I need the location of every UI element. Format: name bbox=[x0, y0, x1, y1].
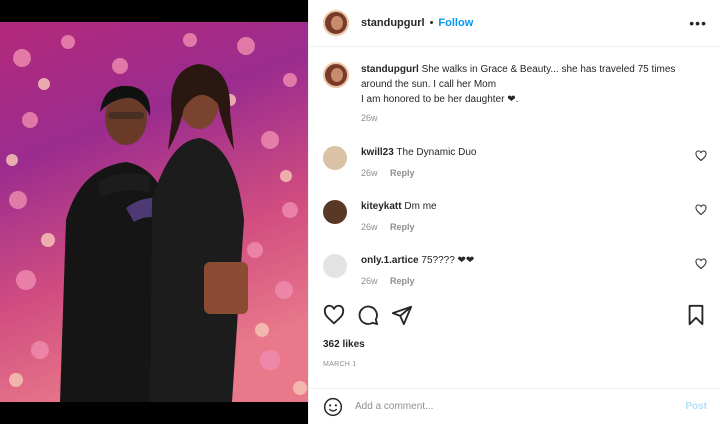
post-actions bbox=[323, 303, 707, 327]
comment-item: kwill23 The Dynamic Duo 26w Reply bbox=[323, 146, 713, 180]
share-icon[interactable] bbox=[391, 304, 413, 326]
author-avatar[interactable] bbox=[323, 10, 349, 36]
post-header: standupgurl • Follow ••• bbox=[309, 0, 720, 47]
commenter-avatar[interactable] bbox=[323, 146, 347, 170]
comment-time[interactable]: 26w bbox=[361, 222, 378, 232]
post-comment-button[interactable]: Post bbox=[685, 401, 707, 412]
comment-text: 75???? ❤❤ bbox=[421, 255, 475, 266]
comment-item: only.1.artice 75???? ❤❤ 26w Reply bbox=[323, 254, 713, 288]
post-panel: standupgurl • Follow ••• standupgurl She… bbox=[308, 0, 720, 424]
comment-text: The Dynamic Duo bbox=[396, 147, 477, 158]
comment-username[interactable]: kiteykatt bbox=[361, 201, 402, 212]
reply-button[interactable]: Reply bbox=[390, 168, 415, 178]
emoji-icon[interactable] bbox=[323, 397, 343, 417]
commenter-avatar[interactable] bbox=[323, 200, 347, 224]
post-caption: standupgurl She walks in Grace & Beauty.… bbox=[323, 62, 703, 126]
comment-icon[interactable] bbox=[357, 304, 379, 326]
header-separator: • bbox=[429, 17, 434, 29]
add-comment-bar: Post bbox=[309, 388, 720, 424]
comment-username[interactable]: only.1.artice bbox=[361, 255, 419, 266]
author-username[interactable]: standupgurl bbox=[361, 17, 425, 29]
likes-count[interactable]: 362 likes bbox=[323, 339, 365, 350]
heart-icon[interactable] bbox=[323, 304, 345, 326]
comment-input[interactable] bbox=[355, 401, 686, 412]
more-options-icon[interactable]: ••• bbox=[689, 15, 707, 31]
follow-button[interactable]: Follow bbox=[438, 17, 473, 29]
caption-text-line2: I am honored to be her daughter ❤︎. bbox=[361, 94, 519, 105]
comment-time[interactable]: 26w bbox=[361, 276, 378, 286]
comment-time[interactable]: 26w bbox=[361, 168, 378, 178]
bookmark-icon[interactable] bbox=[685, 304, 707, 326]
reply-button[interactable]: Reply bbox=[390, 276, 415, 286]
caption-username[interactable]: standupgurl bbox=[361, 64, 419, 75]
caption-time[interactable]: 26w bbox=[361, 111, 703, 126]
post-date[interactable]: MARCH 1 bbox=[323, 361, 357, 368]
like-comment-heart-icon[interactable] bbox=[695, 150, 707, 162]
comment-text: Dm me bbox=[404, 201, 437, 212]
reply-button[interactable]: Reply bbox=[390, 222, 415, 232]
caption-avatar[interactable] bbox=[323, 62, 349, 88]
comment-item: kiteykatt Dm me 26w Reply bbox=[323, 200, 713, 234]
comment-username[interactable]: kwill23 bbox=[361, 147, 394, 158]
post-photo[interactable] bbox=[0, 0, 308, 424]
like-comment-heart-icon[interactable] bbox=[695, 258, 707, 270]
like-comment-heart-icon[interactable] bbox=[695, 204, 707, 216]
commenter-avatar[interactable] bbox=[323, 254, 347, 278]
